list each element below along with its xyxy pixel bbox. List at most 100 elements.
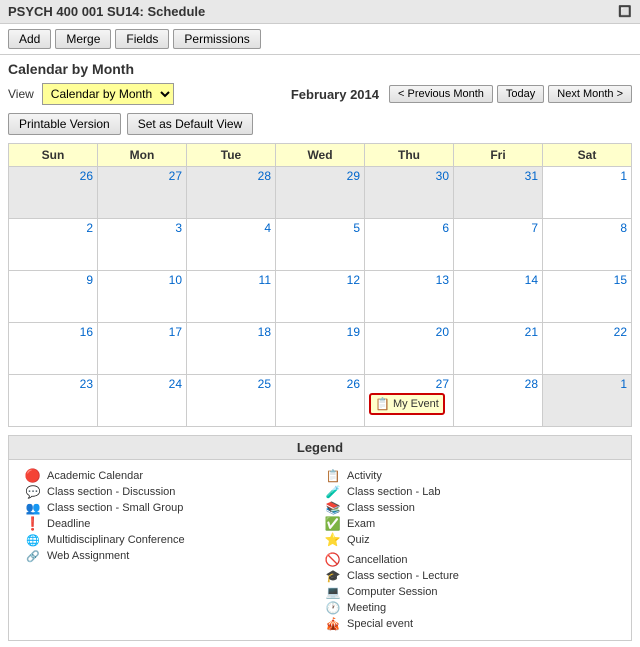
day-number[interactable]: 21 <box>458 325 538 339</box>
calendar-cell-r4c5: 28 <box>454 375 543 427</box>
legend-title: Legend <box>9 436 631 460</box>
day-number[interactable]: 22 <box>547 325 627 339</box>
meeting-icon: 🕐 <box>325 600 341 616</box>
day-number[interactable]: 26 <box>13 169 93 183</box>
legend-item-webassign: 🔗 Web Assignment <box>25 548 315 564</box>
lecture-icon: 🎓 <box>325 568 341 584</box>
title-bar: PSYCH 400 001 SU14: Schedule 🔲 <box>0 0 640 24</box>
legend-item-meeting: 🕐 Meeting <box>325 600 615 616</box>
page-content: Calendar by Month View Calendar by Month… <box>0 55 640 647</box>
day-number[interactable]: 18 <box>191 325 271 339</box>
day-number[interactable]: 10 <box>102 273 182 287</box>
printable-version-button[interactable]: Printable Version <box>8 113 121 135</box>
fields-button[interactable]: Fields <box>115 29 169 49</box>
day-number[interactable]: 8 <box>547 221 627 235</box>
calendar-table: Sun Mon Tue Wed Thu Fri Sat 262728293031… <box>8 143 632 427</box>
day-number[interactable]: 27 <box>369 377 449 391</box>
calendar-header-row: Sun Mon Tue Wed Thu Fri Sat <box>9 144 632 167</box>
calendar-cell-r4c0: 23 <box>9 375 98 427</box>
day-number[interactable]: 20 <box>369 325 449 339</box>
day-number[interactable]: 25 <box>191 377 271 391</box>
event-icon: 📋 <box>375 397 390 411</box>
calendar-cell-r3c5: 21 <box>454 323 543 375</box>
day-number[interactable]: 23 <box>13 377 93 391</box>
calendar-cell-r1c3: 5 <box>276 219 365 271</box>
day-number[interactable]: 29 <box>280 169 360 183</box>
legend-item-computer: 💻 Computer Session <box>325 584 615 600</box>
legend-label-smallgroup: Class section - Small Group <box>47 502 183 514</box>
day-number[interactable]: 30 <box>369 169 449 183</box>
day-number[interactable]: 2 <box>13 221 93 235</box>
day-number[interactable]: 28 <box>191 169 271 183</box>
legend-item-cancel: 🚫 Cancellation <box>325 552 615 568</box>
merge-button[interactable]: Merge <box>55 29 111 49</box>
calendar-cell-r4c4: 27 📋My Event <box>365 375 454 427</box>
day-number[interactable]: 17 <box>102 325 182 339</box>
header-sat: Sat <box>543 144 632 167</box>
day-number[interactable]: 9 <box>13 273 93 287</box>
legend-label-academic: Academic Calendar <box>47 470 143 482</box>
day-number[interactable]: 13 <box>369 273 449 287</box>
today-button[interactable]: Today <box>497 85 544 103</box>
calendar-row-3: 16 17 18 19 20 21 22 <box>9 323 632 375</box>
day-number[interactable]: 7 <box>458 221 538 235</box>
legend-label-lecture: Class section - Lecture <box>347 570 459 582</box>
calendar-cell-r2c0: 9 <box>9 271 98 323</box>
calendar-cell-r2c1: 10 <box>98 271 187 323</box>
calendar-cell-r3c4: 20 <box>365 323 454 375</box>
view-left: View Calendar by Month Calendar by Week … <box>8 83 174 105</box>
day-number[interactable]: 24 <box>102 377 182 391</box>
calendar-cell-r4c6: 1 <box>543 375 632 427</box>
calendar-cell-r0c2: 28 <box>187 167 276 219</box>
header-fri: Fri <box>454 144 543 167</box>
legend-label-computer: Computer Session <box>347 586 438 598</box>
day-number[interactable]: 4 <box>191 221 271 235</box>
calendar-cell-r0c6: 1 <box>543 167 632 219</box>
calendar-cell-r1c5: 7 <box>454 219 543 271</box>
day-number[interactable]: 27 <box>102 169 182 183</box>
permissions-button[interactable]: Permissions <box>173 29 260 49</box>
calendar-cell-r1c1: 3 <box>98 219 187 271</box>
calendar-row-0: 26 27 28 29 30 31 1 <box>9 167 632 219</box>
day-number[interactable]: 11 <box>191 273 271 287</box>
view-select[interactable]: Calendar by Month Calendar by Week List <box>42 83 174 105</box>
day-number[interactable]: 15 <box>547 273 627 287</box>
header-thu: Thu <box>365 144 454 167</box>
day-number[interactable]: 28 <box>458 377 538 391</box>
add-button[interactable]: Add <box>8 29 51 49</box>
calendar-cell-r3c0: 16 <box>9 323 98 375</box>
legend-label-quiz: Quiz <box>347 534 370 546</box>
prev-month-button[interactable]: < Previous Month <box>389 85 493 103</box>
day-number[interactable]: 3 <box>102 221 182 235</box>
calendar-cell-r0c4: 30 <box>365 167 454 219</box>
day-number[interactable]: 16 <box>13 325 93 339</box>
day-number[interactable]: 12 <box>280 273 360 287</box>
webassign-icon: 🔗 <box>25 548 41 564</box>
calendar-cell-r4c1: 24 <box>98 375 187 427</box>
legend-label-meeting: Meeting <box>347 602 386 614</box>
exam-icon: ✅ <box>325 516 341 532</box>
event-my-event[interactable]: 📋My Event <box>369 393 445 415</box>
calendar-cell-r3c3: 19 <box>276 323 365 375</box>
day-number[interactable]: 5 <box>280 221 360 235</box>
calendar-row-1: 2345678 <box>9 219 632 271</box>
day-number[interactable]: 14 <box>458 273 538 287</box>
day-number[interactable]: 1 <box>547 377 627 391</box>
computer-icon: 💻 <box>325 584 341 600</box>
calendar-cell-r3c2: 18 <box>187 323 276 375</box>
legend-col1: 🔴 Academic Calendar 💬 Class section - Di… <box>25 468 315 632</box>
day-number[interactable]: 1 <box>547 169 627 183</box>
set-default-view-button[interactable]: Set as Default View <box>127 113 254 135</box>
fire-icon: 🔴 <box>25 468 41 484</box>
legend-label-special: Special event <box>347 618 413 630</box>
activity-icon: 📋 <box>325 468 341 484</box>
day-number[interactable]: 26 <box>280 377 360 391</box>
legend-label-classsession: Class session <box>347 502 415 514</box>
day-number[interactable]: 19 <box>280 325 360 339</box>
legend-item-multiconf: 🌐 Multidisciplinary Conference <box>25 532 315 548</box>
legend-label-discussion: Class section - Discussion <box>47 486 175 498</box>
day-number[interactable]: 31 <box>458 169 538 183</box>
day-number[interactable]: 6 <box>369 221 449 235</box>
legend-item-deadline: ❗ Deadline <box>25 516 315 532</box>
next-month-button[interactable]: Next Month > <box>548 85 632 103</box>
